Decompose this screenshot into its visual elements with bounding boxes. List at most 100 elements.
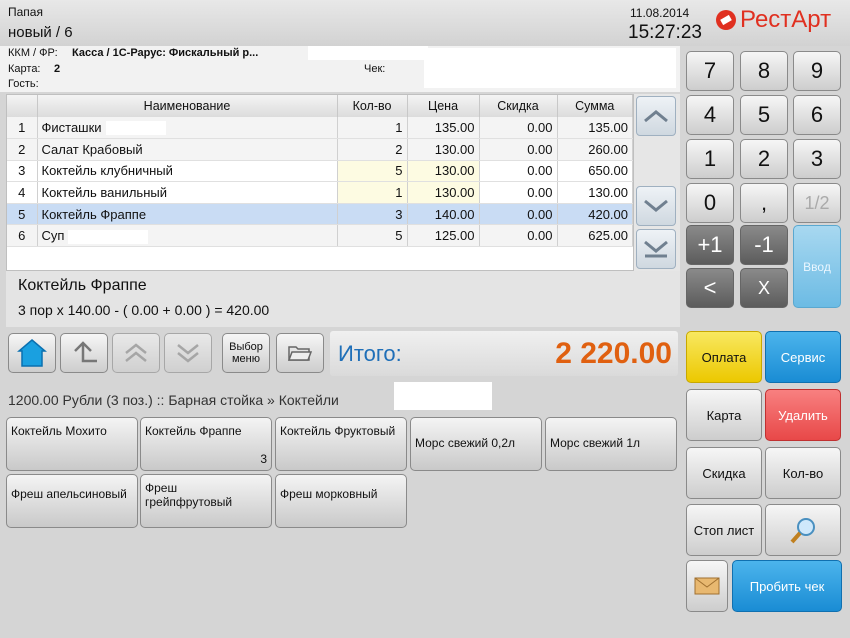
delete-button[interactable]: Удалить	[765, 389, 841, 441]
col-qty[interactable]: Кол-во	[337, 95, 408, 117]
row-sum: 420.00	[557, 203, 633, 226]
print-check-button[interactable]: Пробить чек	[732, 560, 842, 612]
scroll-bottom-icon	[644, 240, 668, 258]
product-button-mors-1[interactable]: Морс свежий 1л	[545, 417, 677, 471]
magnifier-icon	[790, 518, 815, 544]
key-minus-one[interactable]: -1	[740, 225, 788, 265]
home-button[interactable]	[8, 333, 56, 373]
col-index	[7, 95, 38, 117]
product-button-carrot[interactable]: Фреш морковный	[275, 474, 407, 528]
product-button-grapefruit[interactable]: Фреш грейпфрутовый	[140, 474, 272, 528]
key-plus-one[interactable]: +1	[686, 225, 734, 265]
envelope-icon	[694, 577, 720, 595]
col-price[interactable]: Цена	[407, 95, 480, 117]
discount-button[interactable]: Скидка	[686, 447, 762, 499]
row-price: 130.00	[407, 138, 480, 161]
page-down-button[interactable]	[164, 333, 212, 373]
guest-label: Гость:	[8, 78, 39, 90]
product-button-mojito[interactable]: Коктейль Мохито	[6, 417, 138, 471]
product-button-frappe[interactable]: Коктейль Фраппе 3	[140, 417, 272, 471]
service-button[interactable]: Сервис	[765, 331, 841, 383]
page-up-button[interactable]	[112, 333, 160, 373]
search-button[interactable]	[765, 504, 841, 556]
row-index: 2	[7, 138, 38, 161]
row-index: 1	[7, 117, 38, 140]
product-button-fruit[interactable]: Коктейль Фруктовый	[275, 417, 407, 471]
double-up-icon	[125, 343, 147, 362]
row-price: 135.00	[407, 117, 480, 140]
table-row[interactable]: 2 Салат Крабовый 2 130.00 0.00 260.00	[7, 138, 633, 161]
row-discount: 0.00	[479, 138, 558, 161]
row-qty: 1	[337, 117, 408, 140]
quantity-button[interactable]: Кол-во	[765, 447, 841, 499]
row-index: 3	[7, 160, 38, 183]
total-label: Итого:	[338, 341, 402, 366]
check-field[interactable]	[424, 48, 676, 88]
col-discount[interactable]: Скидка	[479, 95, 558, 117]
table-row[interactable]: 3 Коктейль клубничный 5 130.00 0.00 650.…	[7, 160, 633, 183]
kkm-value: Касса / 1С-Рарус: Фискальный р...	[72, 47, 259, 59]
key-9[interactable]: 9	[793, 51, 841, 91]
table-row[interactable]: 1 Фисташки 1 135.00 0.00 135.00	[7, 117, 633, 140]
row-discount: 0.00	[479, 160, 558, 183]
key-4[interactable]: 4	[686, 95, 734, 135]
brand-logo: РестАрт	[716, 6, 831, 34]
row-sum: 135.00	[557, 117, 633, 140]
scroll-up-button[interactable]	[636, 96, 676, 136]
arrow-up-icon	[74, 341, 97, 363]
row-discount: 0.00	[479, 224, 558, 248]
pay-button[interactable]: Оплата	[686, 331, 762, 383]
row-price: 140.00	[407, 203, 480, 226]
row-index: 5	[7, 203, 38, 226]
key-clear[interactable]: X	[740, 268, 788, 308]
table-row-selected[interactable]: 5 Коктейль Фраппе 3 140.00 0.00 420.00	[7, 203, 633, 226]
key-3[interactable]: 3	[793, 139, 841, 179]
menu-select-button[interactable]: Выбор меню	[222, 333, 270, 373]
scroll-bottom-button[interactable]	[636, 229, 676, 269]
time-label: 15:27:23	[628, 22, 702, 43]
row-qty: 5	[337, 224, 408, 248]
level-up-button[interactable]	[60, 333, 108, 373]
row-discount: 0.00	[479, 181, 558, 204]
breadcrumb: 1200.00 Рубли (3 поз.) :: Барная стойка …	[8, 392, 339, 408]
row-price: 125.00	[407, 224, 480, 248]
scroll-up-icon	[644, 110, 668, 123]
row-sum: 650.00	[557, 160, 633, 183]
card-label: Карта:	[8, 63, 41, 75]
row-name: Коктейль ванильный	[37, 181, 338, 204]
double-down-icon	[177, 344, 199, 363]
messages-button[interactable]	[686, 560, 728, 612]
row-index: 4	[7, 181, 38, 204]
row-sum: 130.00	[557, 181, 633, 204]
table-row[interactable]: 6 Суп 5 125.00 0.00 625.00	[7, 224, 633, 248]
row-index: 6	[7, 224, 38, 248]
enter-button[interactable]: Ввод	[793, 225, 841, 308]
stoplist-button[interactable]: Стоп лист	[686, 504, 762, 556]
row-sum: 625.00	[557, 224, 633, 248]
folder-button[interactable]	[276, 333, 324, 373]
key-5[interactable]: 5	[740, 95, 788, 135]
key-8[interactable]: 8	[740, 51, 788, 91]
product-button-mors-02[interactable]: Морс свежий 0,2л	[410, 417, 542, 471]
card-button[interactable]: Карта	[686, 389, 762, 441]
key-half[interactable]: 1/2	[793, 183, 841, 223]
waiter-name: Папая	[8, 5, 43, 19]
key-2[interactable]: 2	[740, 139, 788, 179]
row-name: Коктейль Фраппе	[37, 203, 338, 226]
product-button-orange[interactable]: Фреш апельсиновый	[6, 474, 138, 528]
brand-name: РестАрт	[740, 6, 832, 33]
key-6[interactable]: 6	[793, 95, 841, 135]
row-qty: 3	[337, 203, 408, 226]
col-name[interactable]: Наименование	[37, 95, 338, 117]
key-7[interactable]: 7	[686, 51, 734, 91]
col-sum[interactable]: Сумма	[557, 95, 633, 117]
row-sum: 260.00	[557, 138, 633, 161]
key-1[interactable]: 1	[686, 139, 734, 179]
key-comma[interactable]: ,	[740, 183, 788, 223]
key-backspace[interactable]: <	[686, 268, 734, 308]
order-number: новый / 6	[8, 24, 73, 41]
kkm-value-box	[308, 46, 428, 60]
key-0[interactable]: 0	[686, 183, 734, 223]
table-row[interactable]: 4 Коктейль ванильный 1 130.00 0.00 130.0…	[7, 181, 633, 204]
scroll-down-button[interactable]	[636, 186, 676, 226]
